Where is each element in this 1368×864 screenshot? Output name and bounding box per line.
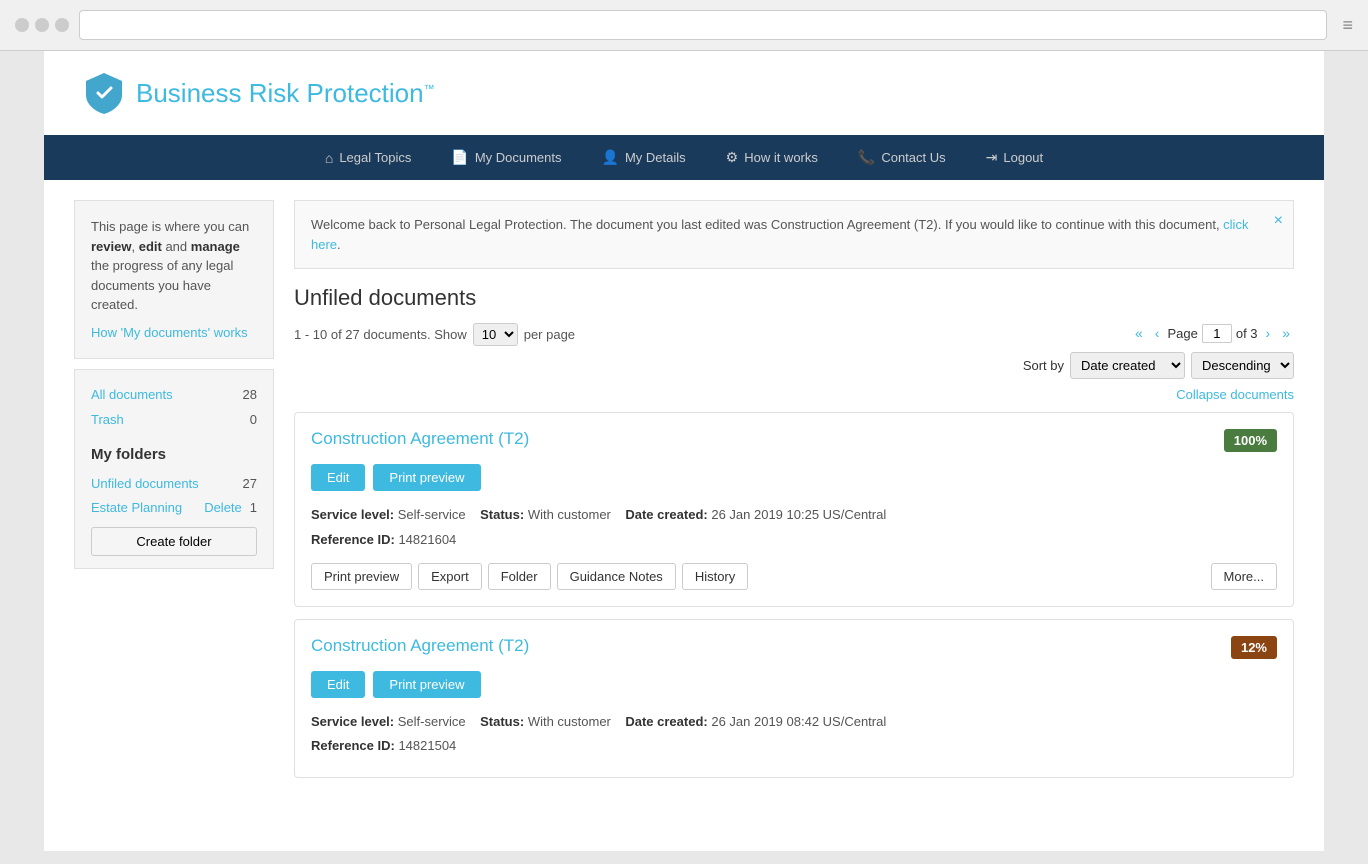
doc-ref-2: Reference ID: 14821504 <box>311 736 1277 757</box>
sidebar-trash[interactable]: Trash 0 <box>91 407 257 432</box>
progress-badge-1: 100% <box>1224 429 1277 452</box>
doc-meta-1: Service level: Self-service Status: With… <box>311 505 1277 526</box>
my-folders-title: My folders <box>91 446 257 463</box>
section-title: Unfiled documents <box>294 285 1294 311</box>
nav-legal-topics[interactable]: ⌂ Legal Topics <box>305 135 432 180</box>
create-folder-button[interactable]: Create folder <box>91 527 257 556</box>
browser-chrome: ≡ <box>0 0 1368 51</box>
browser-dot-3 <box>55 18 69 32</box>
export-button-1[interactable]: Export <box>418 563 482 590</box>
sidebar-estate-planning: Estate Planning Delete 1 <box>91 496 257 519</box>
site-header: Business Risk Protection™ <box>44 51 1324 135</box>
doc-ref-1: Reference ID: 14821604 <box>311 530 1277 551</box>
sort-by-select[interactable]: Date created Date modified Title <box>1070 352 1185 379</box>
prev-page-button[interactable]: ‹ <box>1151 323 1164 343</box>
main-content: Welcome back to Personal Legal Protectio… <box>294 200 1294 790</box>
browser-dot-1 <box>15 18 29 32</box>
home-icon: ⌂ <box>325 150 333 166</box>
last-page-button[interactable]: » <box>1278 323 1294 343</box>
first-page-button[interactable]: « <box>1131 323 1147 343</box>
nav-how-it-works[interactable]: ⚙ How it works <box>706 135 838 180</box>
nav-logout[interactable]: ⇥ Logout <box>966 135 1064 180</box>
edit-button-1[interactable]: Edit <box>311 464 365 491</box>
doc-actions-top-2: Edit Print preview <box>311 671 1277 698</box>
guidance-notes-button-1[interactable]: Guidance Notes <box>557 563 676 590</box>
shield-icon <box>84 71 124 115</box>
folder-button-1[interactable]: Folder <box>488 563 551 590</box>
sort-row: Sort by Date created Date modified Title… <box>294 352 1294 379</box>
sidebar-info-box: This page is where you can review, edit … <box>74 200 274 359</box>
print-preview-outline-button-1[interactable]: Print preview <box>311 563 412 590</box>
address-bar[interactable] <box>79 10 1327 40</box>
print-preview-button-1[interactable]: Print preview <box>373 464 480 491</box>
document-icon: 📄 <box>451 149 468 166</box>
edit-button-2[interactable]: Edit <box>311 671 365 698</box>
sort-order-select[interactable]: Descending Ascending <box>1191 352 1294 379</box>
welcome-close-button[interactable]: × <box>1274 209 1283 233</box>
person-icon: 👤 <box>602 149 619 166</box>
browser-dot-2 <box>35 18 49 32</box>
sidebar-nav-links: All documents 28 Trash 0 My folders Unfi… <box>74 369 274 569</box>
history-button-1[interactable]: History <box>682 563 748 590</box>
per-page-select[interactable]: 10 25 50 <box>473 323 518 346</box>
more-button-1[interactable]: More... <box>1211 563 1277 590</box>
doc-meta-2: Service level: Self-service Status: With… <box>311 712 1277 733</box>
browser-dots <box>15 18 69 32</box>
document-card-2: Construction Agreement (T2) 12% Edit Pri… <box>294 619 1294 779</box>
pagination: « ‹ Page of 3 › » <box>1131 323 1294 343</box>
content-area: This page is where you can review, edit … <box>44 180 1324 810</box>
logo: Business Risk Protection™ <box>84 71 435 115</box>
doc-title-2[interactable]: Construction Agreement (T2) <box>311 636 529 656</box>
sort-controls: Sort by Date created Date modified Title… <box>1023 352 1294 379</box>
print-preview-button-2[interactable]: Print preview <box>373 671 480 698</box>
sidebar-unfiled[interactable]: Unfiled documents 27 <box>91 471 257 496</box>
nav-contact-us[interactable]: 📞 Contact Us <box>838 135 966 180</box>
doc-actions-top-1: Edit Print preview <box>311 464 1277 491</box>
document-card-1: Construction Agreement (T2) 100% Edit Pr… <box>294 412 1294 607</box>
doc-card-2-header: Construction Agreement (T2) 12% <box>311 636 1277 659</box>
welcome-banner: Welcome back to Personal Legal Protectio… <box>294 200 1294 269</box>
browser-menu-icon[interactable]: ≡ <box>1342 15 1353 36</box>
phone-icon: 📞 <box>858 149 875 166</box>
doc-actions-bottom-1: Print preview Export Folder Guidance Not… <box>311 563 1277 590</box>
doc-secondary-actions-1: Print preview Export Folder Guidance Not… <box>311 563 748 590</box>
page-wrapper: Business Risk Protection™ ⌂ Legal Topics… <box>44 51 1324 851</box>
logout-icon: ⇥ <box>986 149 998 166</box>
logo-text: Business Risk Protection™ <box>136 78 435 109</box>
sidebar-all-documents[interactable]: All documents 28 <box>91 382 257 407</box>
doc-title-1[interactable]: Construction Agreement (T2) <box>311 429 529 449</box>
estate-delete-link[interactable]: Delete <box>204 500 242 515</box>
gear-icon: ⚙ <box>726 149 739 166</box>
sidebar: This page is where you can review, edit … <box>74 200 274 790</box>
next-page-button[interactable]: › <box>1262 323 1275 343</box>
doc-card-1-header: Construction Agreement (T2) 100% <box>311 429 1277 452</box>
nav-my-details[interactable]: 👤 My Details <box>582 135 706 180</box>
collapse-documents-link[interactable]: Collapse documents <box>294 387 1294 402</box>
main-nav: ⌂ Legal Topics 📄 My Documents 👤 My Detai… <box>44 135 1324 180</box>
controls-row: 1 - 10 of 27 documents. Show 10 25 50 pe… <box>294 323 1294 346</box>
docs-info: 1 - 10 of 27 documents. Show 10 25 50 pe… <box>294 323 575 346</box>
estate-planning-link[interactable]: Estate Planning <box>91 500 182 515</box>
nav-my-documents[interactable]: 📄 My Documents <box>431 135 581 180</box>
progress-badge-2: 12% <box>1231 636 1277 659</box>
collapse-row: Collapse documents <box>294 387 1294 402</box>
how-my-docs-works-link[interactable]: How 'My documents' works <box>91 323 257 343</box>
page-input[interactable] <box>1202 324 1232 343</box>
